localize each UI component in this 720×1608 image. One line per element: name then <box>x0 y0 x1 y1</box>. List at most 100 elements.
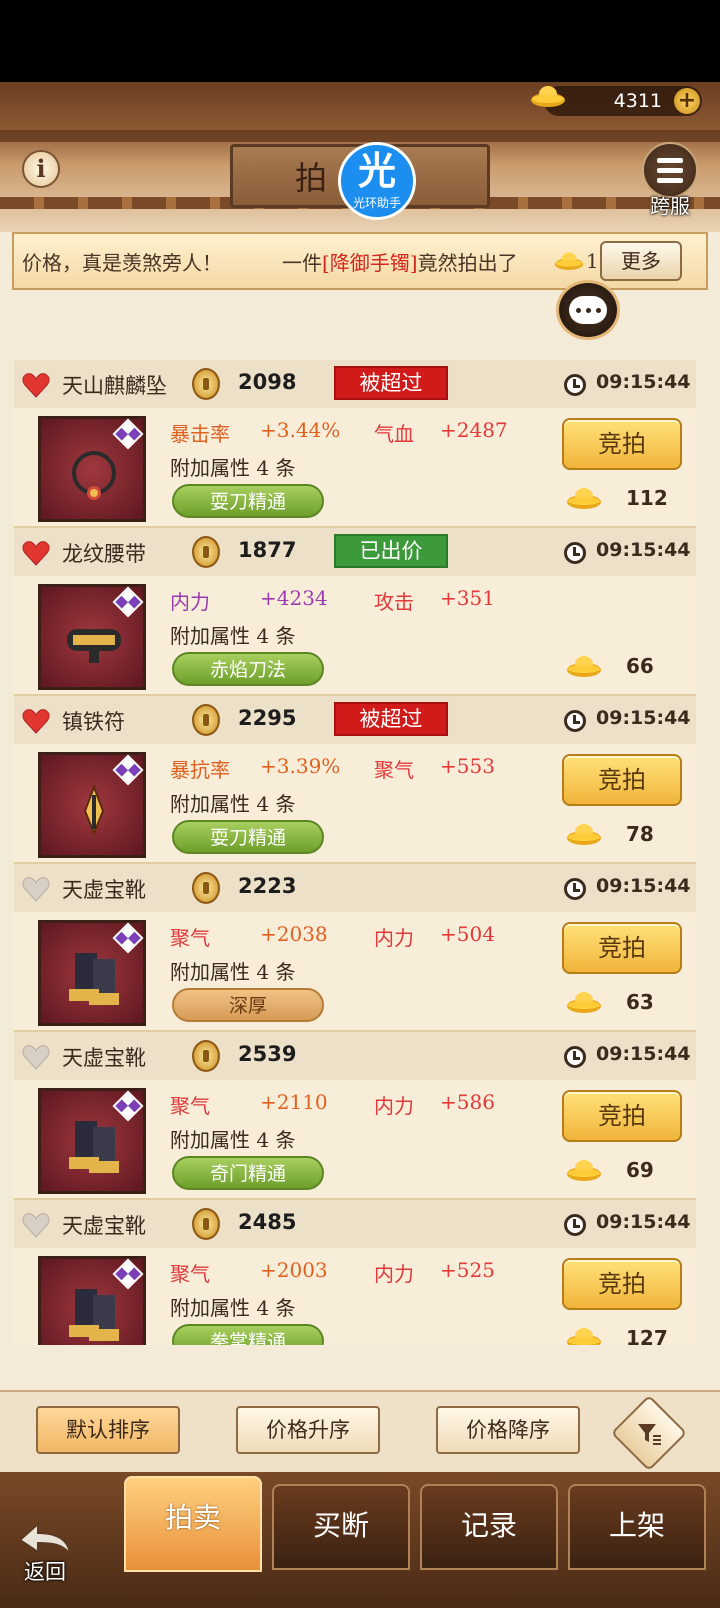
favorite-heart-icon[interactable] <box>22 540 50 566</box>
clock-icon <box>564 710 586 732</box>
gold-ingot-icon <box>567 656 601 677</box>
extra-attributes: 附加属性 4 条 <box>170 1128 296 1152</box>
auction-item[interactable]: 天虚宝靴 2223 09:15:44 聚气 +2038 内力 +504 附加属性… <box>14 864 696 1032</box>
deposit-amount: 66 <box>626 654 654 678</box>
extra-attributes: 附加属性 4 条 <box>170 624 296 648</box>
back-label: 返回 <box>24 1560 66 1584</box>
currency-display: 4311 + <box>531 86 702 116</box>
favorite-heart-icon[interactable] <box>22 708 50 734</box>
chat-button[interactable] <box>556 280 620 340</box>
equipment-icon <box>69 1121 119 1173</box>
attr1-name: 内力 <box>170 590 210 614</box>
bid-button[interactable]: 竞拍 <box>562 418 682 470</box>
item-thumbnail[interactable] <box>38 1256 146 1345</box>
favorite-heart-icon[interactable] <box>22 876 50 902</box>
deposit-amount: 69 <box>626 1158 654 1182</box>
auction-item[interactable]: 天山麒麟坠 2098 被超过 09:15:44 暴击率 +3.44% 气血 +2… <box>14 360 696 528</box>
attr1-name: 聚气 <box>170 926 210 950</box>
bid-button[interactable]: 竞拍 <box>562 1090 682 1142</box>
item-thumbnail[interactable] <box>38 1088 146 1194</box>
attr2-name: 聚气 <box>374 758 414 782</box>
gold-ingot-icon <box>567 1160 601 1181</box>
bid-button[interactable]: 竞拍 <box>562 754 682 806</box>
item-header: 镇铁符 2295 被超过 09:15:44 <box>14 696 696 744</box>
tab-auction[interactable]: 拍卖 <box>124 1476 262 1572</box>
equipment-icon <box>69 1289 119 1341</box>
add-currency-button[interactable]: + <box>674 88 700 114</box>
bid-button[interactable]: 竞拍 <box>562 1258 682 1310</box>
item-thumbnail[interactable] <box>38 752 146 858</box>
header-roof <box>0 130 720 142</box>
bid-button[interactable]: 竞拍 <box>562 922 682 974</box>
favorite-heart-icon[interactable] <box>22 1044 50 1070</box>
back-button[interactable]: 返回 <box>10 1520 80 1600</box>
chat-bubble-icon <box>569 296 607 324</box>
current-bid: 2295 <box>238 706 297 730</box>
extra-attributes: 附加属性 4 条 <box>170 960 296 984</box>
item-thumbnail[interactable] <box>38 584 146 690</box>
item-header: 天虚宝靴 2485 09:15:44 <box>14 1200 696 1248</box>
auction-item[interactable]: 天虚宝靴 2485 09:15:44 聚气 +2003 内力 +525 附加属性… <box>14 1200 696 1345</box>
status-badge: 已出价 <box>334 534 448 568</box>
attr1-value: +2110 <box>260 1090 328 1114</box>
filter-button[interactable] <box>610 1394 688 1472</box>
item-header: 天虚宝靴 2223 09:15:44 <box>14 864 696 912</box>
bid-coin-icon <box>192 368 220 400</box>
auction-list[interactable]: 天山麒麟坠 2098 被超过 09:15:44 暴击率 +3.44% 气血 +2… <box>14 360 696 1345</box>
info-button[interactable]: i <box>22 150 60 188</box>
announcement-banner: 价格，真是羡煞旁人！ 一件[降御手镯]竟然拍出了 1 更多 <box>12 232 708 290</box>
remaining-time: 09:15:44 <box>596 1043 691 1065</box>
cross-server-button[interactable]: 跨服 <box>638 142 702 219</box>
current-bid: 2098 <box>238 370 297 394</box>
status-badge: 被超过 <box>334 366 448 400</box>
watermark-text: 光 <box>357 149 396 193</box>
skill-tag: 耍刀精通 <box>172 484 324 518</box>
cross-server-label: 跨服 <box>650 194 690 218</box>
sort-default-button[interactable]: 默认排序 <box>36 1406 180 1454</box>
attr1-value: +3.39% <box>260 754 341 778</box>
attr1-value: +4234 <box>260 586 328 610</box>
deposit-amount: 63 <box>626 990 654 1014</box>
deposit-amount: 127 <box>626 1326 668 1345</box>
attr2-name: 内力 <box>374 1262 414 1286</box>
clock-icon <box>564 878 586 900</box>
status-bar <box>0 0 720 82</box>
favorite-heart-icon[interactable] <box>22 1212 50 1238</box>
favorite-heart-icon[interactable] <box>22 372 50 398</box>
bid-coin-icon <box>192 1208 220 1240</box>
attr2-value: +553 <box>440 754 495 778</box>
page-title: 拍 <box>295 159 328 197</box>
tab-list-item[interactable]: 上架 <box>568 1484 706 1570</box>
extra-attributes: 附加属性 4 条 <box>170 792 296 816</box>
skill-tag: 赤焰刀法 <box>172 652 324 686</box>
announcement-item-name: [降御手镯] <box>322 250 418 275</box>
gold-ingot-icon <box>554 252 584 270</box>
item-name: 龙纹腰带 <box>62 542 146 566</box>
tab-buyout[interactable]: 买断 <box>272 1484 410 1570</box>
auction-item[interactable]: 天虚宝靴 2539 09:15:44 聚气 +2110 内力 +586 附加属性… <box>14 1032 696 1200</box>
skill-tag: 耍刀精通 <box>172 820 324 854</box>
deposit-amount: 112 <box>626 486 668 510</box>
more-button[interactable]: 更多 <box>600 241 682 281</box>
auction-item[interactable]: 龙纹腰带 1877 已出价 09:15:44 内力 +4234 攻击 +351 … <box>14 528 696 696</box>
attr1-name: 聚气 <box>170 1094 210 1118</box>
attr2-value: +525 <box>440 1258 495 1282</box>
item-header: 天虚宝靴 2539 09:15:44 <box>14 1032 696 1080</box>
bid-coin-icon <box>192 1040 220 1072</box>
item-thumbnail[interactable] <box>38 416 146 522</box>
attr1-name: 暴击率 <box>170 422 230 446</box>
equipment-icon <box>83 784 105 836</box>
gold-ingot-icon <box>567 488 601 509</box>
skill-tag: 拳掌精通 <box>172 1324 324 1345</box>
item-thumbnail[interactable] <box>38 920 146 1026</box>
bid-coin-icon <box>192 536 220 568</box>
tab-records[interactable]: 记录 <box>420 1484 558 1570</box>
remaining-time: 09:15:44 <box>596 707 691 729</box>
auction-item[interactable]: 镇铁符 2295 被超过 09:15:44 暴抗率 +3.39% 聚气 +553… <box>14 696 696 864</box>
extra-attributes: 附加属性 4 条 <box>170 1296 296 1320</box>
bid-coin-icon <box>192 872 220 904</box>
sort-price-asc-button[interactable]: 价格升序 <box>236 1406 380 1454</box>
attr2-value: +351 <box>440 586 495 610</box>
sort-price-desc-button[interactable]: 价格降序 <box>436 1406 580 1454</box>
attr1-value: +2038 <box>260 922 328 946</box>
